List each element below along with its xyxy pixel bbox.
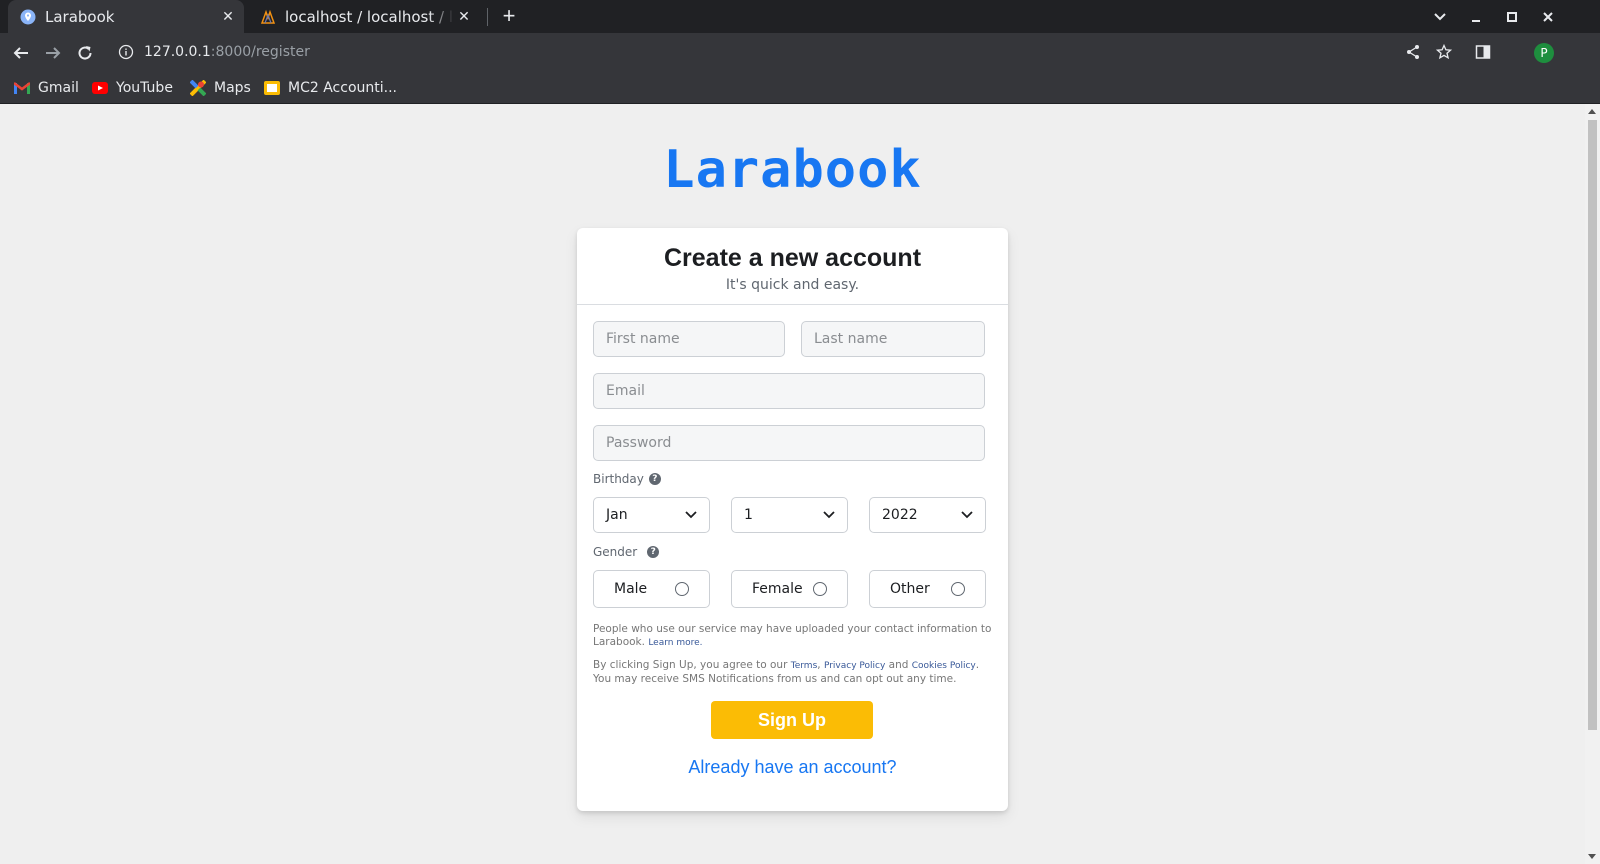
chevron-down-icon bbox=[961, 508, 973, 526]
terms-prefix-text: By clicking Sign Up, you agree to our bbox=[593, 659, 788, 671]
cookies-policy-link[interactable]: Cookies Policy bbox=[912, 661, 976, 671]
close-tab-icon[interactable]: ✕ bbox=[454, 9, 474, 25]
share-icon[interactable] bbox=[1402, 41, 1424, 63]
help-icon[interactable]: ? bbox=[648, 473, 661, 485]
url-text: 127.0.0.1:8000/register bbox=[144, 44, 310, 60]
tab-title: Larabook bbox=[45, 7, 115, 26]
address-bar[interactable]: 127.0.0.1:8000/register bbox=[108, 36, 1408, 68]
forward-icon[interactable] bbox=[40, 40, 66, 66]
bookmark-folder-mc2[interactable]: MC2 Accounti... bbox=[264, 77, 397, 99]
help-icon[interactable]: ? bbox=[647, 546, 660, 558]
url-host: 127.0.0.1 bbox=[144, 44, 211, 60]
url-path: :8000/register bbox=[210, 44, 310, 60]
close-window-icon[interactable] bbox=[1536, 5, 1560, 29]
radio-button[interactable] bbox=[675, 582, 689, 596]
year-value: 2022 bbox=[882, 507, 918, 523]
side-panel-icon[interactable] bbox=[1472, 41, 1494, 63]
back-icon[interactable] bbox=[8, 40, 34, 66]
radio-button[interactable] bbox=[951, 582, 965, 596]
gmail-icon bbox=[14, 80, 30, 96]
gender-label-text: Gender bbox=[593, 545, 638, 559]
birthday-month-select[interactable]: Jan bbox=[593, 497, 710, 533]
minimize-icon[interactable] bbox=[1464, 5, 1488, 29]
brand-logo: Larabook bbox=[663, 140, 922, 200]
reload-icon[interactable] bbox=[72, 40, 98, 66]
site-info-icon[interactable] bbox=[116, 42, 136, 62]
bookmark-label: MC2 Accounti... bbox=[288, 80, 397, 96]
chevron-down-icon bbox=[685, 508, 697, 526]
gender-option-other[interactable]: Other bbox=[869, 570, 986, 608]
gender-label: Gender ? bbox=[593, 545, 660, 559]
bookmark-maps[interactable]: Maps bbox=[190, 77, 251, 99]
profile-avatar[interactable]: P bbox=[1534, 43, 1554, 63]
radio-button[interactable] bbox=[813, 582, 827, 596]
tab-larabook[interactable]: Larabook ✕ bbox=[8, 0, 244, 33]
privacy-policy-link[interactable]: Privacy Policy bbox=[824, 661, 885, 671]
birthday-label-text: Birthday bbox=[593, 472, 644, 486]
register-card: Create a new account It's quick and easy… bbox=[577, 228, 1008, 811]
bookmark-label: Maps bbox=[214, 80, 251, 96]
birthday-year-select[interactable]: 2022 bbox=[869, 497, 986, 533]
contact-upload-notice: People who use our service may have uplo… bbox=[593, 623, 993, 650]
email-input[interactable] bbox=[593, 373, 985, 409]
day-value: 1 bbox=[744, 507, 753, 523]
globe-pin-icon bbox=[20, 9, 36, 25]
login-link[interactable]: Already have an account? bbox=[577, 757, 1008, 778]
card-header: Create a new account It's quick and easy… bbox=[577, 228, 1008, 305]
gender-option-label: Female bbox=[752, 581, 803, 597]
scroll-down-arrow-icon[interactable] bbox=[1588, 854, 1596, 859]
password-input[interactable] bbox=[593, 425, 985, 461]
tab-strip: Larabook ✕ localhost / localhost / lara … bbox=[0, 0, 1600, 33]
birthday-label: Birthday ? bbox=[593, 472, 661, 486]
bookmark-youtube[interactable]: YouTube bbox=[92, 77, 173, 99]
sign-up-button[interactable]: Sign Up bbox=[711, 701, 873, 739]
tab-phpmyadmin[interactable]: localhost / localhost / lara ✕ bbox=[248, 0, 480, 33]
bookmarks-bar: Gmail YouTube Maps MC2 Accounti... bbox=[0, 71, 1600, 104]
last-name-input[interactable] bbox=[801, 321, 985, 357]
tab-title: localhost / localhost / lara bbox=[285, 7, 454, 26]
chevron-down-icon bbox=[823, 508, 835, 526]
maps-icon bbox=[190, 80, 206, 96]
scrollbar-thumb[interactable] bbox=[1588, 120, 1597, 730]
bookmark-label: Gmail bbox=[38, 80, 79, 96]
folder-icon bbox=[264, 80, 280, 96]
terms-and-text: and bbox=[888, 659, 909, 671]
scroll-up-arrow-icon[interactable] bbox=[1588, 109, 1596, 114]
gender-option-female[interactable]: Female bbox=[731, 570, 848, 608]
page-scrollbar[interactable] bbox=[1585, 104, 1600, 864]
maximize-icon[interactable] bbox=[1500, 5, 1524, 29]
tab-search-chevron-icon[interactable] bbox=[1428, 5, 1452, 29]
gender-option-label: Male bbox=[614, 581, 648, 597]
gender-option-male[interactable]: Male bbox=[593, 570, 710, 608]
terms-notice: By clicking Sign Up, you agree to our Te… bbox=[593, 659, 980, 685]
browser-toolbar: 127.0.0.1:8000/register bbox=[0, 33, 1600, 71]
new-tab-icon[interactable]: + bbox=[496, 4, 522, 30]
gender-option-label: Other bbox=[890, 581, 930, 597]
close-tab-icon[interactable]: ✕ bbox=[218, 9, 238, 25]
phpmyadmin-icon bbox=[260, 9, 276, 25]
page-subtitle: It's quick and easy. bbox=[725, 277, 860, 293]
learn-more-link[interactable]: Learn more. bbox=[648, 638, 702, 648]
page-title: Create a new account bbox=[663, 244, 922, 272]
youtube-icon bbox=[92, 80, 108, 96]
tab-separator bbox=[487, 8, 488, 26]
page-viewport: Larabook Create a new account It's quick… bbox=[0, 104, 1585, 864]
bookmark-label: YouTube bbox=[116, 80, 173, 96]
bookmark-gmail[interactable]: Gmail bbox=[14, 77, 79, 99]
birthday-day-select[interactable]: 1 bbox=[731, 497, 848, 533]
bookmark-star-icon[interactable] bbox=[1433, 41, 1455, 63]
first-name-input[interactable] bbox=[593, 321, 785, 357]
terms-link[interactable]: Terms bbox=[791, 661, 818, 671]
month-value: Jan bbox=[606, 507, 628, 523]
